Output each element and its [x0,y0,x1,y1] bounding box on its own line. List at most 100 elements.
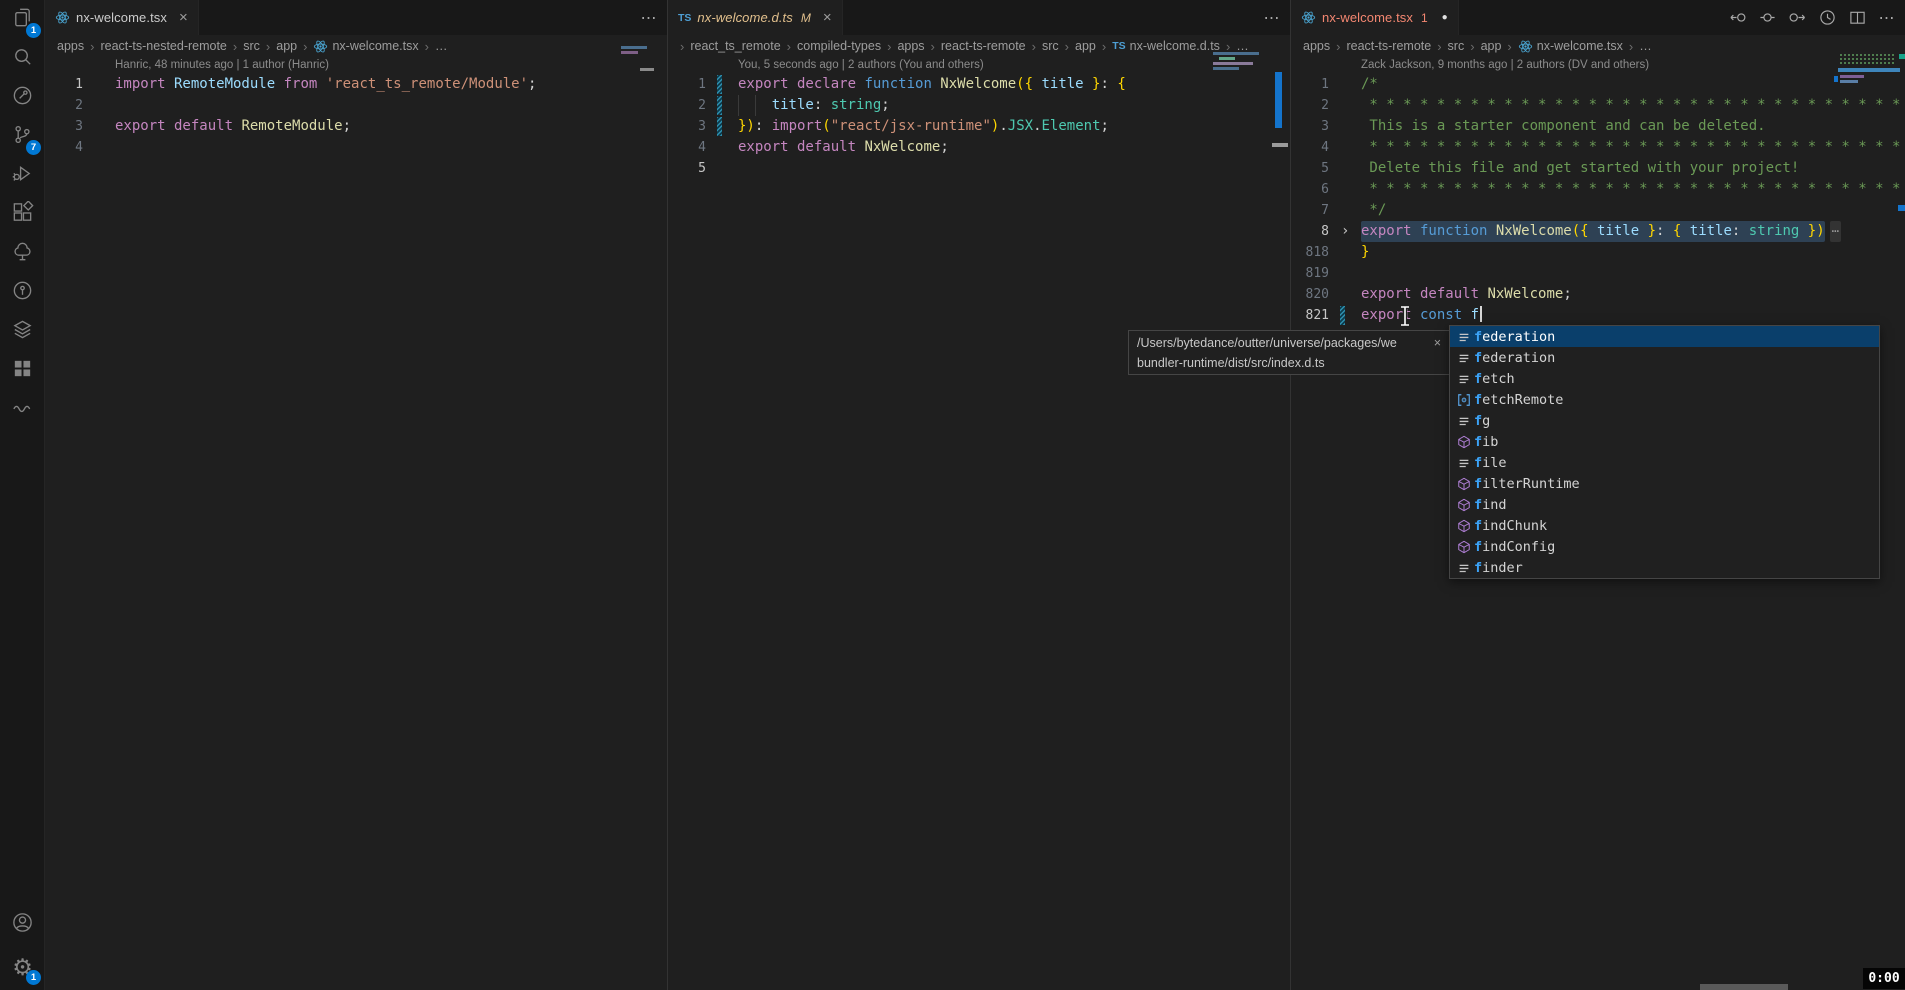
suggest-item-finder[interactable]: finder [1450,557,1879,578]
code-line[interactable]: 1export declare function NxWelcome({ tit… [668,74,1290,95]
code-line[interactable]: 5 Delete this file and get started with … [1291,158,1905,179]
badge: 7 [26,140,41,155]
code-line[interactable]: 3export default RemoteModule; [45,116,667,137]
breadcrumb-item[interactable]: src [1042,39,1059,53]
breadcrumb-item[interactable]: … [435,39,448,53]
code-line[interactable]: 4export default NxWelcome; [668,137,1290,158]
suggest-item-federation[interactable]: federation [1450,347,1879,368]
activity-item-search[interactable] [0,40,45,78]
breadcrumb-item[interactable]: … [1236,39,1249,53]
suggest-item-filterRuntime[interactable]: filterRuntime [1450,473,1879,494]
close-icon[interactable]: × [179,9,188,26]
breadcrumb-item[interactable]: react-ts-remote [1346,39,1431,53]
code-line[interactable]: 818} [1291,242,1905,263]
suggest-item-fib[interactable]: fib [1450,431,1879,452]
tab-nx-welcome.tsx[interactable]: nx-welcome.tsx× [45,0,199,35]
activity-item-layers[interactable] [0,313,45,351]
line-number: 6 [1291,179,1329,200]
more-icon[interactable]: ⋯ [1262,8,1282,28]
tab-nx-welcome.tsx[interactable]: nx-welcome.tsx 1 ● [1291,0,1459,35]
compare-icon[interactable] [1757,8,1777,28]
breadcrumb-item[interactable]: src [1448,39,1465,53]
code-line[interactable]: 5 [668,158,1290,179]
activity-item-accounts[interactable] [0,906,45,944]
breadcrumb-item[interactable]: app [1481,39,1502,53]
code-line[interactable]: 821export const f [1291,305,1905,326]
activity-item-settings[interactable]: ⚙1 [0,948,45,986]
breadcrumb-item[interactable]: src [243,39,260,53]
code-line[interactable]: 820export default NxWelcome; [1291,284,1905,305]
suggest-item-findChunk[interactable]: findChunk [1450,515,1879,536]
line-number: 820 [1291,284,1329,305]
gutter-decoration [706,158,738,179]
history-icon[interactable] [1817,8,1837,28]
problem-count-badge: 1 [1421,11,1428,25]
activity-item-squiggle[interactable] [0,391,45,429]
more-icon[interactable]: ⋯ [1877,8,1897,28]
split-icon[interactable] [1847,8,1867,28]
suggest-item-find[interactable]: find [1450,494,1879,515]
breadcrumb-item[interactable]: apps [897,39,924,53]
activity-item-gitlens[interactable] [0,274,45,312]
code-line[interactable]: 2 [45,95,667,116]
code-line[interactable]: 8›export function NxWelcome({ title }: {… [1291,221,1905,242]
prev-change-icon[interactable] [1727,8,1747,28]
codelens[interactable]: Hanric, 48 minutes ago | 1 author (Hanri… [45,57,667,74]
code-line[interactable]: 3 This is a starter component and can be… [1291,116,1905,137]
breadcrumb-item[interactable]: app [276,39,297,53]
breadcrumb-chevron: › [425,39,429,54]
code-line[interactable]: 6 * * * * * * * * * * * * * * * * * * * … [1291,179,1905,200]
code-line[interactable]: 3}): import("react/jsx-runtime").JSX.Ele… [668,116,1290,137]
suggest-item-file[interactable]: file [1450,452,1879,473]
close-icon[interactable]: × [1434,333,1441,353]
breadcrumb-item[interactable]: … [1639,39,1652,53]
activity-item-gitlens-inspect[interactable] [0,79,45,117]
suggest-item-fetchRemote[interactable]: fetchRemote [1450,389,1879,410]
horizontal-scrollbar[interactable] [1700,984,1788,990]
breadcrumb-item[interactable]: app [1075,39,1096,53]
more-icon[interactable]: ⋯ [639,8,659,28]
breadcrumb-item[interactable]: nx-welcome.tsx [313,39,418,54]
suggest-item-fetch[interactable]: fetch [1450,368,1879,389]
activity-item-dashboard[interactable] [0,352,45,390]
activity-item-explorer[interactable]: 1 [0,1,45,39]
breadcrumb-item[interactable]: apps [57,39,84,53]
fold-collapsed-icon[interactable]: › [1341,221,1349,242]
breadcrumb-item[interactable]: TSnx-welcome.d.ts [1112,39,1220,53]
activity-item-extensions[interactable] [0,196,45,234]
breadcrumb-item[interactable]: react_ts_remote [690,39,780,53]
fold-ellipsis[interactable]: ⋯ [1830,221,1841,242]
suggest-item-label: findChunk [1474,518,1547,534]
dirty-indicator[interactable]: ● [1442,12,1448,23]
suggest-item-federation[interactable]: federation [1450,326,1879,347]
code-line[interactable]: 2 * * * * * * * * * * * * * * * * * * * … [1291,95,1905,116]
breadcrumb-chevron: › [887,39,891,54]
editor-actions: ⋯ [1727,0,1897,35]
activity-item-source-control[interactable]: 7 [0,118,45,156]
breadcrumb-item[interactable]: react-ts-remote [941,39,1026,53]
suggest-item-fg[interactable]: fg [1450,410,1879,431]
next-change-icon[interactable] [1787,8,1807,28]
code-line[interactable]: 7 */ [1291,200,1905,221]
line-number: 2 [668,95,706,116]
code-line[interactable]: 4 * * * * * * * * * * * * * * * * * * * … [1291,137,1905,158]
activity-item-run-debug[interactable] [0,157,45,195]
code-line[interactable]: 2 title: string; [668,95,1290,116]
tab-label: nx-welcome.tsx [1322,10,1413,25]
breadcrumb-item[interactable]: react-ts-nested-remote [100,39,226,53]
breadcrumb-chevron: › [1102,39,1106,54]
code-line[interactable]: 1/* [1291,74,1905,95]
code-line[interactable]: 1import RemoteModule from 'react_ts_remo… [45,74,667,95]
code-line[interactable]: 819 [1291,263,1905,284]
breadcrumb-item[interactable]: nx-welcome.tsx [1518,39,1623,54]
close-icon[interactable]: × [823,9,832,26]
activity-item-nx-console[interactable] [0,235,45,273]
codelens[interactable]: You, 5 seconds ago | 2 authors (You and … [668,57,1290,74]
tab-nx-welcome.d.ts[interactable]: TSnx-welcome.d.tsM× [668,0,843,35]
suggest-item-findConfig[interactable]: findConfig [1450,536,1879,557]
code-line[interactable]: 4 [45,137,667,158]
breadcrumb-item[interactable]: apps [1303,39,1330,53]
editor-group-left: nx-welcome.tsx×⋯apps›react-ts-nested-rem… [45,0,667,990]
breadcrumb-item[interactable]: compiled-types [797,39,881,53]
codelens[interactable]: Zack Jackson, 9 months ago | 2 authors (… [1291,57,1905,74]
